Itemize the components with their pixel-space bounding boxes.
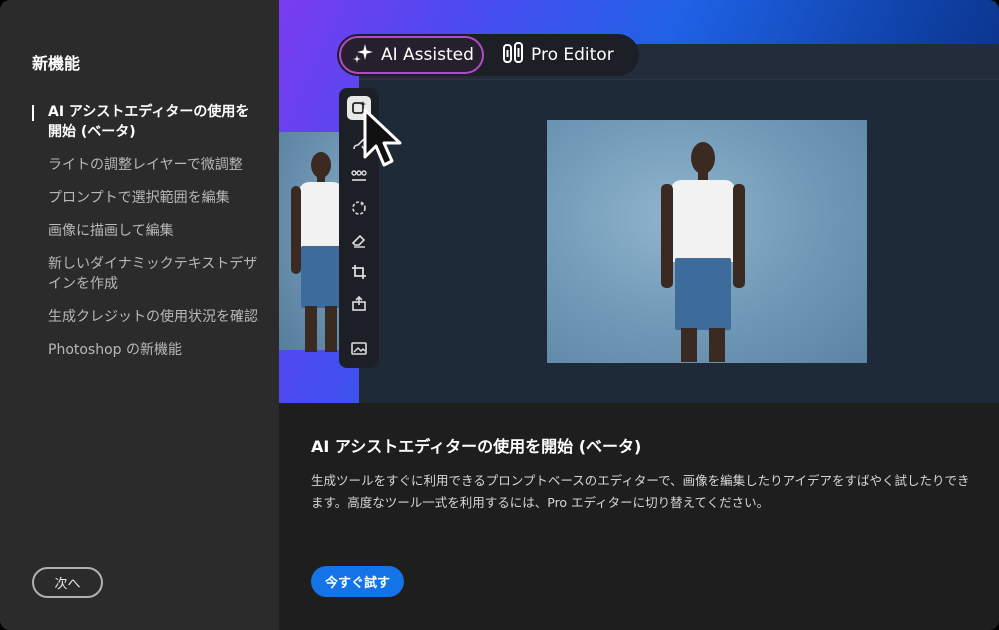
nav-item-whats-new[interactable]: Photoshop の新機能 (32, 340, 262, 360)
export-icon[interactable] (347, 292, 371, 316)
nav-item-dynamic-text[interactable]: 新しいダイナミックテキストデザインを作成 (32, 254, 262, 294)
feature-title: AI アシストエディターの使用を開始 (ベータ) (311, 437, 642, 456)
mode-switcher: AI Assisted Pro Editor (337, 34, 639, 76)
select-icon[interactable] (347, 196, 371, 220)
sidebar-title: 新機能 (32, 54, 81, 73)
hero-illustration: AI Assisted Pro Editor (279, 0, 999, 403)
sidebar: 新機能 AI アシストエディターの使用を開始 (ベータ) ライトの調整レイヤーで… (0, 0, 279, 630)
nav-item-ai-assist[interactable]: AI アシストエディターの使用を開始 (ベータ) (32, 102, 262, 142)
pro-editor-button[interactable]: Pro Editor (495, 36, 635, 74)
feature-nav: AI アシストエディターの使用を開始 (ベータ) ライトの調整レイヤーで微調整 … (32, 102, 262, 373)
whats-new-dialog: 新機能 AI アシストエディターの使用を開始 (ベータ) ライトの調整レイヤーで… (0, 0, 999, 630)
crop-icon[interactable] (347, 260, 371, 284)
feature-description: 生成ツールをすぐに利用できるプロンプトベースのエディターで、画像を編集したりアイ… (311, 473, 970, 510)
sparkle-icon (353, 43, 373, 68)
image-icon[interactable] (347, 336, 371, 360)
feature-content: AI アシストエディターの使用を開始 (ベータ) 生成ツールをすぐに利用できるプ… (279, 403, 999, 630)
tools-icon (503, 41, 523, 69)
nav-item-draw-edit[interactable]: 画像に描画して編集 (32, 221, 262, 241)
next-button[interactable]: 次へ (32, 567, 103, 598)
nav-item-credits[interactable]: 生成クレジットの使用状況を確認 (32, 307, 262, 327)
eraser-icon[interactable] (347, 228, 371, 252)
pro-editor-label: Pro Editor (531, 45, 614, 65)
nav-item-light-adjust[interactable]: ライトの調整レイヤーで微調整 (32, 155, 262, 175)
canvas-photo (547, 120, 867, 363)
try-now-button[interactable]: 今すぐ試す (311, 566, 404, 597)
nav-item-prompt-selection[interactable]: プロンプトで選択範囲を編集 (32, 188, 262, 208)
app-window (359, 44, 999, 403)
pointer-cursor-icon (362, 107, 404, 181)
ai-assisted-button[interactable]: AI Assisted (339, 36, 484, 74)
ai-assisted-label: AI Assisted (381, 45, 474, 65)
person-figure (657, 142, 747, 362)
